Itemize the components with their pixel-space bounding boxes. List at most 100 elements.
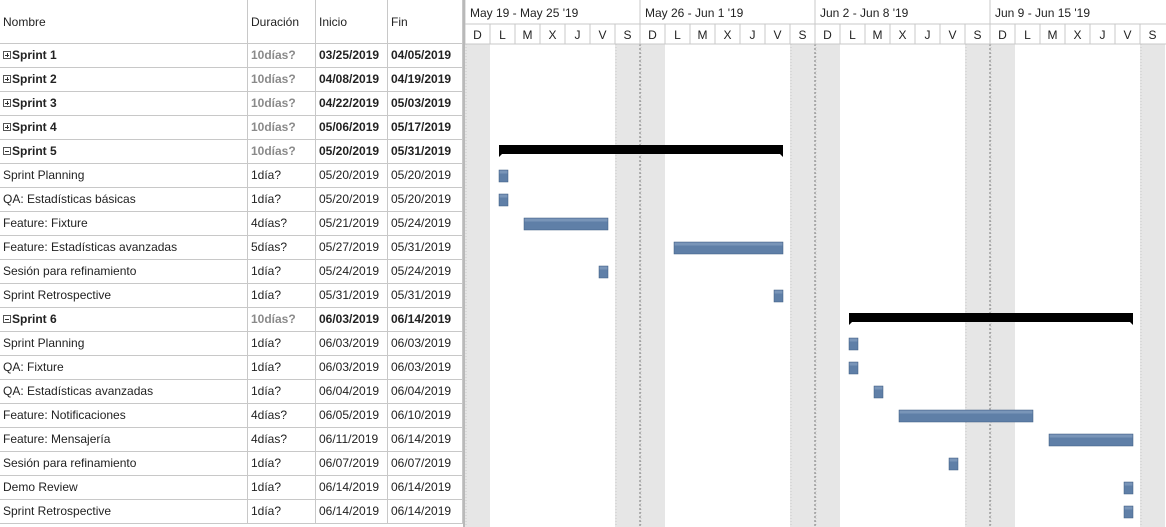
cell-duration[interactable]: 10días? [248,308,316,332]
cell-start[interactable]: 05/21/2019 [316,212,388,236]
cell-name[interactable]: QA: Estadísticas básicas [0,188,248,212]
cell-end[interactable]: 05/24/2019 [388,212,463,236]
cell-end[interactable]: 06/14/2019 [388,428,463,452]
cell-start[interactable]: 05/20/2019 [316,188,388,212]
cell-end[interactable]: 06/03/2019 [388,332,463,356]
cell-end[interactable]: 06/07/2019 [388,452,463,476]
cell-start[interactable]: 06/04/2019 [316,380,388,404]
cell-start[interactable]: 06/11/2019 [316,428,388,452]
cell-end[interactable]: 05/31/2019 [388,140,463,164]
cell-name[interactable]: QA: Fixture [0,356,248,380]
cell-name[interactable]: Sprint Retrospective [0,284,248,308]
cell-end[interactable]: 06/04/2019 [388,380,463,404]
cell-name[interactable]: Sprint 3 [0,92,248,116]
cell-name[interactable]: QA: Estadísticas avanzadas [0,380,248,404]
cell-start[interactable]: 05/24/2019 [316,260,388,284]
sprint-row[interactable]: Sprint 2 10días? 04/08/2019 04/19/2019 [0,68,463,92]
task-row[interactable]: Feature: Notificaciones 4días? 06/05/2019 0… [0,404,463,428]
cell-start[interactable]: 06/05/2019 [316,404,388,428]
task-row[interactable]: Sprint Retrospective 1día? 06/14/2019 06/14… [0,500,463,524]
cell-end[interactable]: 06/14/2019 [388,476,463,500]
cell-start[interactable]: 06/14/2019 [316,476,388,500]
cell-end[interactable]: 06/14/2019 [388,308,463,332]
cell-duration[interactable]: 1día? [248,452,316,476]
cell-name[interactable]: Sprint 4 [0,116,248,140]
expand-icon[interactable] [3,74,11,83]
cell-duration[interactable]: 1día? [248,284,316,308]
cell-start[interactable]: 05/31/2019 [316,284,388,308]
column-header-start[interactable]: Inicio [316,0,388,44]
task-row[interactable]: Feature: Mensajería 4días? 06/11/2019 06/14… [0,428,463,452]
cell-end[interactable]: 05/20/2019 [388,188,463,212]
task-row[interactable]: Sprint Planning 1día? 05/20/2019 05/20/2019 [0,164,463,188]
expand-icon[interactable] [3,122,11,131]
cell-duration[interactable]: 1día? [248,380,316,404]
task-row[interactable]: Feature: Fixture 4días? 05/21/2019 05/24/20… [0,212,463,236]
cell-duration[interactable]: 5días? [248,236,316,260]
cell-duration[interactable]: 1día? [248,500,316,524]
cell-duration[interactable]: 4días? [248,212,316,236]
task-row[interactable]: Sprint Planning 1día? 06/03/2019 06/03/2019 [0,332,463,356]
cell-end[interactable]: 06/03/2019 [388,356,463,380]
cell-name[interactable]: Feature: Estadísticas avanzadas [0,236,248,260]
cell-name[interactable]: Feature: Mensajería [0,428,248,452]
cell-duration[interactable]: 10días? [248,44,316,68]
cell-duration[interactable]: 1día? [248,356,316,380]
cell-duration[interactable]: 1día? [248,260,316,284]
cell-end[interactable]: 05/20/2019 [388,164,463,188]
cell-start[interactable]: 05/27/2019 [316,236,388,260]
sprint-row[interactable]: Sprint 6 10días? 06/03/2019 06/14/2019 [0,308,463,332]
cell-end[interactable]: 05/31/2019 [388,236,463,260]
cell-duration[interactable]: 10días? [248,92,316,116]
cell-duration[interactable]: 1día? [248,332,316,356]
cell-name[interactable]: Sprint Retrospective [0,500,248,524]
cell-start[interactable]: 05/06/2019 [316,116,388,140]
cell-start[interactable]: 06/14/2019 [316,500,388,524]
sprint-row[interactable]: Sprint 1 10días? 03/25/2019 04/05/2019 [0,44,463,68]
cell-start[interactable]: 06/07/2019 [316,452,388,476]
cell-name[interactable]: Sprint Planning [0,164,248,188]
column-header-duration[interactable]: Duración [248,0,316,44]
sprint-row[interactable]: Sprint 3 10días? 04/22/2019 05/03/2019 [0,92,463,116]
task-row[interactable]: QA: Estadísticas avanzadas 1día? 06/04/201… [0,380,463,404]
cell-end[interactable]: 06/10/2019 [388,404,463,428]
cell-start[interactable]: 06/03/2019 [316,356,388,380]
cell-name[interactable]: Sprint 5 [0,140,248,164]
cell-end[interactable]: 04/05/2019 [388,44,463,68]
cell-start[interactable]: 05/20/2019 [316,164,388,188]
task-row[interactable]: QA: Fixture 1día? 06/03/2019 06/03/2019 [0,356,463,380]
cell-duration[interactable]: 4días? [248,404,316,428]
cell-name[interactable]: Sprint Planning [0,332,248,356]
expand-icon[interactable] [3,50,11,59]
task-row[interactable]: Sprint Retrospective 1día? 05/31/2019 05/31… [0,284,463,308]
cell-start[interactable]: 06/03/2019 [316,308,388,332]
task-row[interactable]: Sesión para refinamiento 1día? 06/07/2019 0… [0,452,463,476]
cell-duration[interactable]: 10días? [248,116,316,140]
cell-start[interactable]: 03/25/2019 [316,44,388,68]
cell-end[interactable]: 06/14/2019 [388,500,463,524]
expand-icon[interactable] [3,98,11,107]
cell-name[interactable]: Demo Review [0,476,248,500]
cell-end[interactable]: 05/31/2019 [388,284,463,308]
cell-duration[interactable]: 1día? [248,188,316,212]
task-row[interactable]: Feature: Estadísticas avanzadas 5días? 05/… [0,236,463,260]
cell-name[interactable]: Sprint 1 [0,44,248,68]
cell-name[interactable]: Feature: Fixture [0,212,248,236]
task-row[interactable]: Sesión para refinamiento 1día? 05/24/2019 0… [0,260,463,284]
cell-end[interactable]: 05/03/2019 [388,92,463,116]
cell-name[interactable]: Sprint 2 [0,68,248,92]
cell-duration[interactable]: 1día? [248,164,316,188]
cell-start[interactable]: 04/22/2019 [316,92,388,116]
cell-start[interactable]: 05/20/2019 [316,140,388,164]
cell-name[interactable]: Sesión para refinamiento [0,452,248,476]
cell-end[interactable]: 05/17/2019 [388,116,463,140]
cell-name[interactable]: Sesión para refinamiento [0,260,248,284]
cell-duration[interactable]: 10días? [248,68,316,92]
column-header-name[interactable]: Nombre [0,0,248,44]
cell-duration[interactable]: 10días? [248,140,316,164]
cell-end[interactable]: 05/24/2019 [388,260,463,284]
cell-start[interactable]: 06/03/2019 [316,332,388,356]
sprint-row[interactable]: Sprint 4 10días? 05/06/2019 05/17/2019 [0,116,463,140]
sprint-row[interactable]: Sprint 5 10días? 05/20/2019 05/31/2019 [0,140,463,164]
collapse-icon[interactable] [3,314,11,323]
